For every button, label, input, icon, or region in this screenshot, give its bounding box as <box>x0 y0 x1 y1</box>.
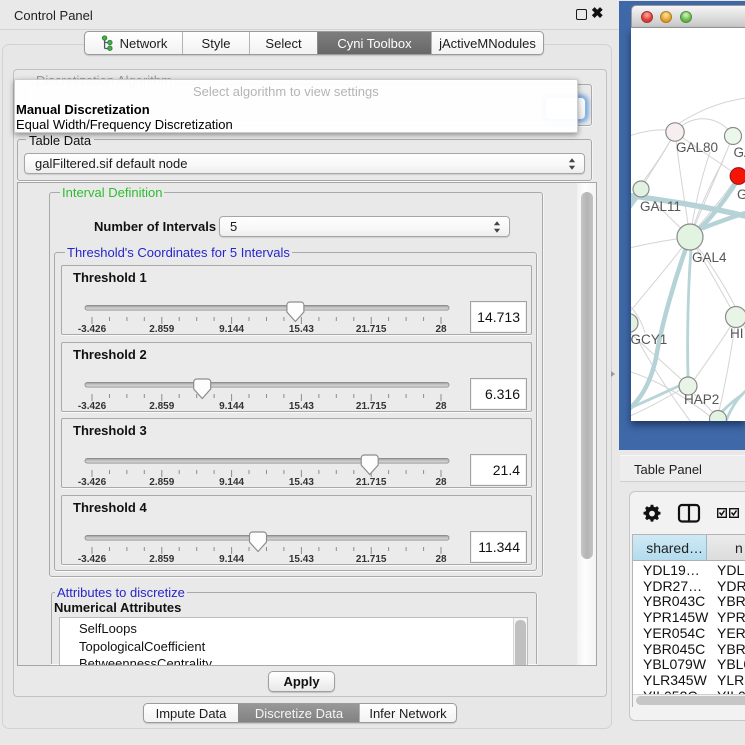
svg-text:G: G <box>737 187 745 202</box>
svg-text:GAL80: GAL80 <box>676 140 718 155</box>
svg-text:GAL4: GAL4 <box>692 250 727 265</box>
svg-text:GAL11: GAL11 <box>640 199 681 214</box>
svg-text:HI: HI <box>730 326 744 341</box>
svg-text:HAP2: HAP2 <box>684 392 719 407</box>
svg-text:GA: GA <box>734 145 745 160</box>
svg-text:GCY1: GCY1 <box>631 332 667 347</box>
